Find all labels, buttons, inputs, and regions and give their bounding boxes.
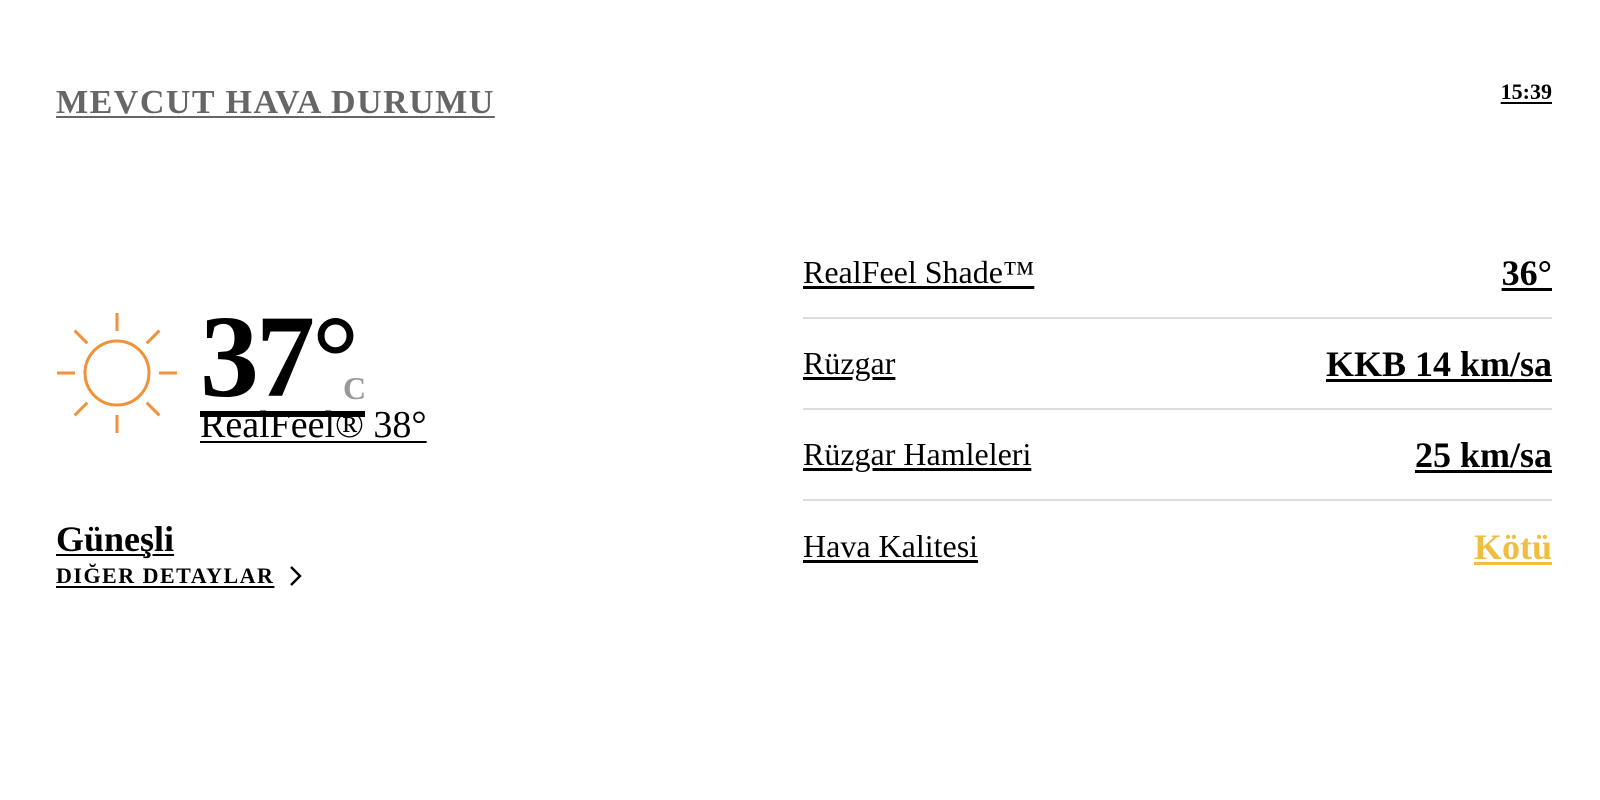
temperature-display: 37° C xyxy=(200,298,370,418)
chevron-right-icon xyxy=(288,564,304,588)
weather-details-list: RealFeel Shade™ 36° Rüzgar KKB 14 km/sa … xyxy=(803,228,1552,592)
detail-row-realfeel-shade: RealFeel Shade™ 36° xyxy=(803,228,1552,319)
detail-row-wind: Rüzgar KKB 14 km/sa xyxy=(803,319,1552,410)
detail-value[interactable]: 36° xyxy=(1502,252,1552,294)
current-time: 15:39 xyxy=(1500,79,1552,104)
current-weather-card: MEVCUT HAVA DURUMU 15:39 37° C RealFeel®… xyxy=(0,0,1600,800)
detail-row-air-quality: Hava Kalitesi Kötü xyxy=(803,501,1552,592)
temperature-underline xyxy=(200,411,365,417)
sun-icon xyxy=(55,311,179,435)
detail-value[interactable]: Kötü xyxy=(1474,526,1552,568)
current-weather-title-link[interactable]: MEVCUT HAVA DURUMU xyxy=(56,84,495,122)
detail-label[interactable]: RealFeel Shade™ xyxy=(803,254,1034,291)
temperature-value: 37° xyxy=(200,291,359,422)
detail-label[interactable]: Rüzgar xyxy=(803,345,895,382)
detail-value[interactable]: KKB 14 km/sa xyxy=(1326,343,1552,385)
detail-row-wind-gusts: Rüzgar Hamleleri 25 km/sa xyxy=(803,410,1552,501)
detail-label[interactable]: Hava Kalitesi xyxy=(803,528,978,565)
condition-link[interactable]: Güneşli xyxy=(56,518,174,560)
detail-label[interactable]: Rüzgar Hamleleri xyxy=(803,436,1031,473)
temperature-unit: C xyxy=(343,370,367,406)
more-details-link[interactable]: DIĞER DETAYLAR xyxy=(56,563,304,589)
more-details-label: DIĞER DETAYLAR xyxy=(56,563,275,588)
detail-value[interactable]: 25 km/sa xyxy=(1415,434,1552,476)
